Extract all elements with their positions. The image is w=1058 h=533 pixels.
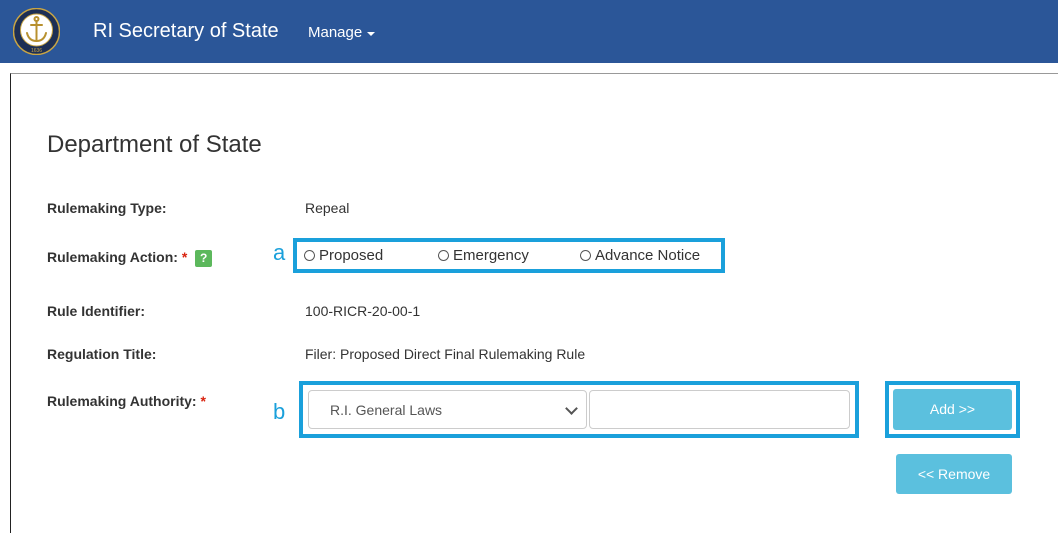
authority-text-input[interactable] xyxy=(589,390,850,429)
brand-title[interactable]: RI Secretary of State xyxy=(93,20,279,43)
radio-circle-icon[interactable] xyxy=(580,250,591,261)
callout-b: b xyxy=(273,399,286,424)
radio-circle-icon[interactable] xyxy=(304,250,315,261)
rulemaking-authority-label: Rulemaking Authority: * xyxy=(47,393,206,409)
radio-proposed[interactable]: Proposed xyxy=(304,247,383,264)
manage-label: Manage xyxy=(308,24,363,41)
rule-identifier-label: Rule Identifier: xyxy=(47,303,146,319)
rulemaking-authority-text: Rulemaking Authority: xyxy=(47,393,197,409)
radio-emergency-label: Emergency xyxy=(453,247,529,264)
chevron-down-icon xyxy=(565,402,578,415)
rulemaking-type-label: Rulemaking Type: xyxy=(47,200,167,216)
radio-advance-notice[interactable]: Advance Notice xyxy=(580,247,700,264)
rulemaking-type-value: Repeal xyxy=(305,200,350,216)
rulemaking-action-label: Rulemaking Action: * ? xyxy=(47,249,213,267)
authority-select-value: R.I. General Laws xyxy=(330,401,443,418)
help-icon[interactable]: ? xyxy=(195,249,213,267)
callout-a: a xyxy=(273,240,286,265)
required-marker: * xyxy=(200,393,206,409)
required-marker: * xyxy=(181,249,188,265)
anchor-seal-icon[interactable]: 1636 xyxy=(13,8,60,55)
add-button[interactable]: Add >> xyxy=(893,389,1012,430)
regulation-title-label: Regulation Title: xyxy=(47,346,157,362)
caret-down-icon xyxy=(367,31,376,36)
top-navbar: 1636 RI Secretary of State Manage xyxy=(0,0,1058,63)
radio-emergency[interactable]: Emergency xyxy=(438,247,529,264)
regulation-title-value: Filer: Proposed Direct Final Rulemaking … xyxy=(305,346,586,362)
authority-select[interactable]: R.I. General Laws xyxy=(308,390,587,429)
remove-button[interactable]: << Remove xyxy=(896,454,1012,494)
radio-circle-icon[interactable] xyxy=(438,250,449,261)
rule-identifier-value: 100-RICR-20-00-1 xyxy=(305,303,421,319)
seal-year: 1636 xyxy=(31,48,42,54)
rulemaking-action-text: Rulemaking Action: xyxy=(47,249,178,265)
page-title: Department of State xyxy=(47,131,262,158)
manage-menu[interactable]: Manage xyxy=(308,24,376,41)
radio-advance-notice-label: Advance Notice xyxy=(595,247,701,264)
radio-proposed-label: Proposed xyxy=(319,247,384,264)
